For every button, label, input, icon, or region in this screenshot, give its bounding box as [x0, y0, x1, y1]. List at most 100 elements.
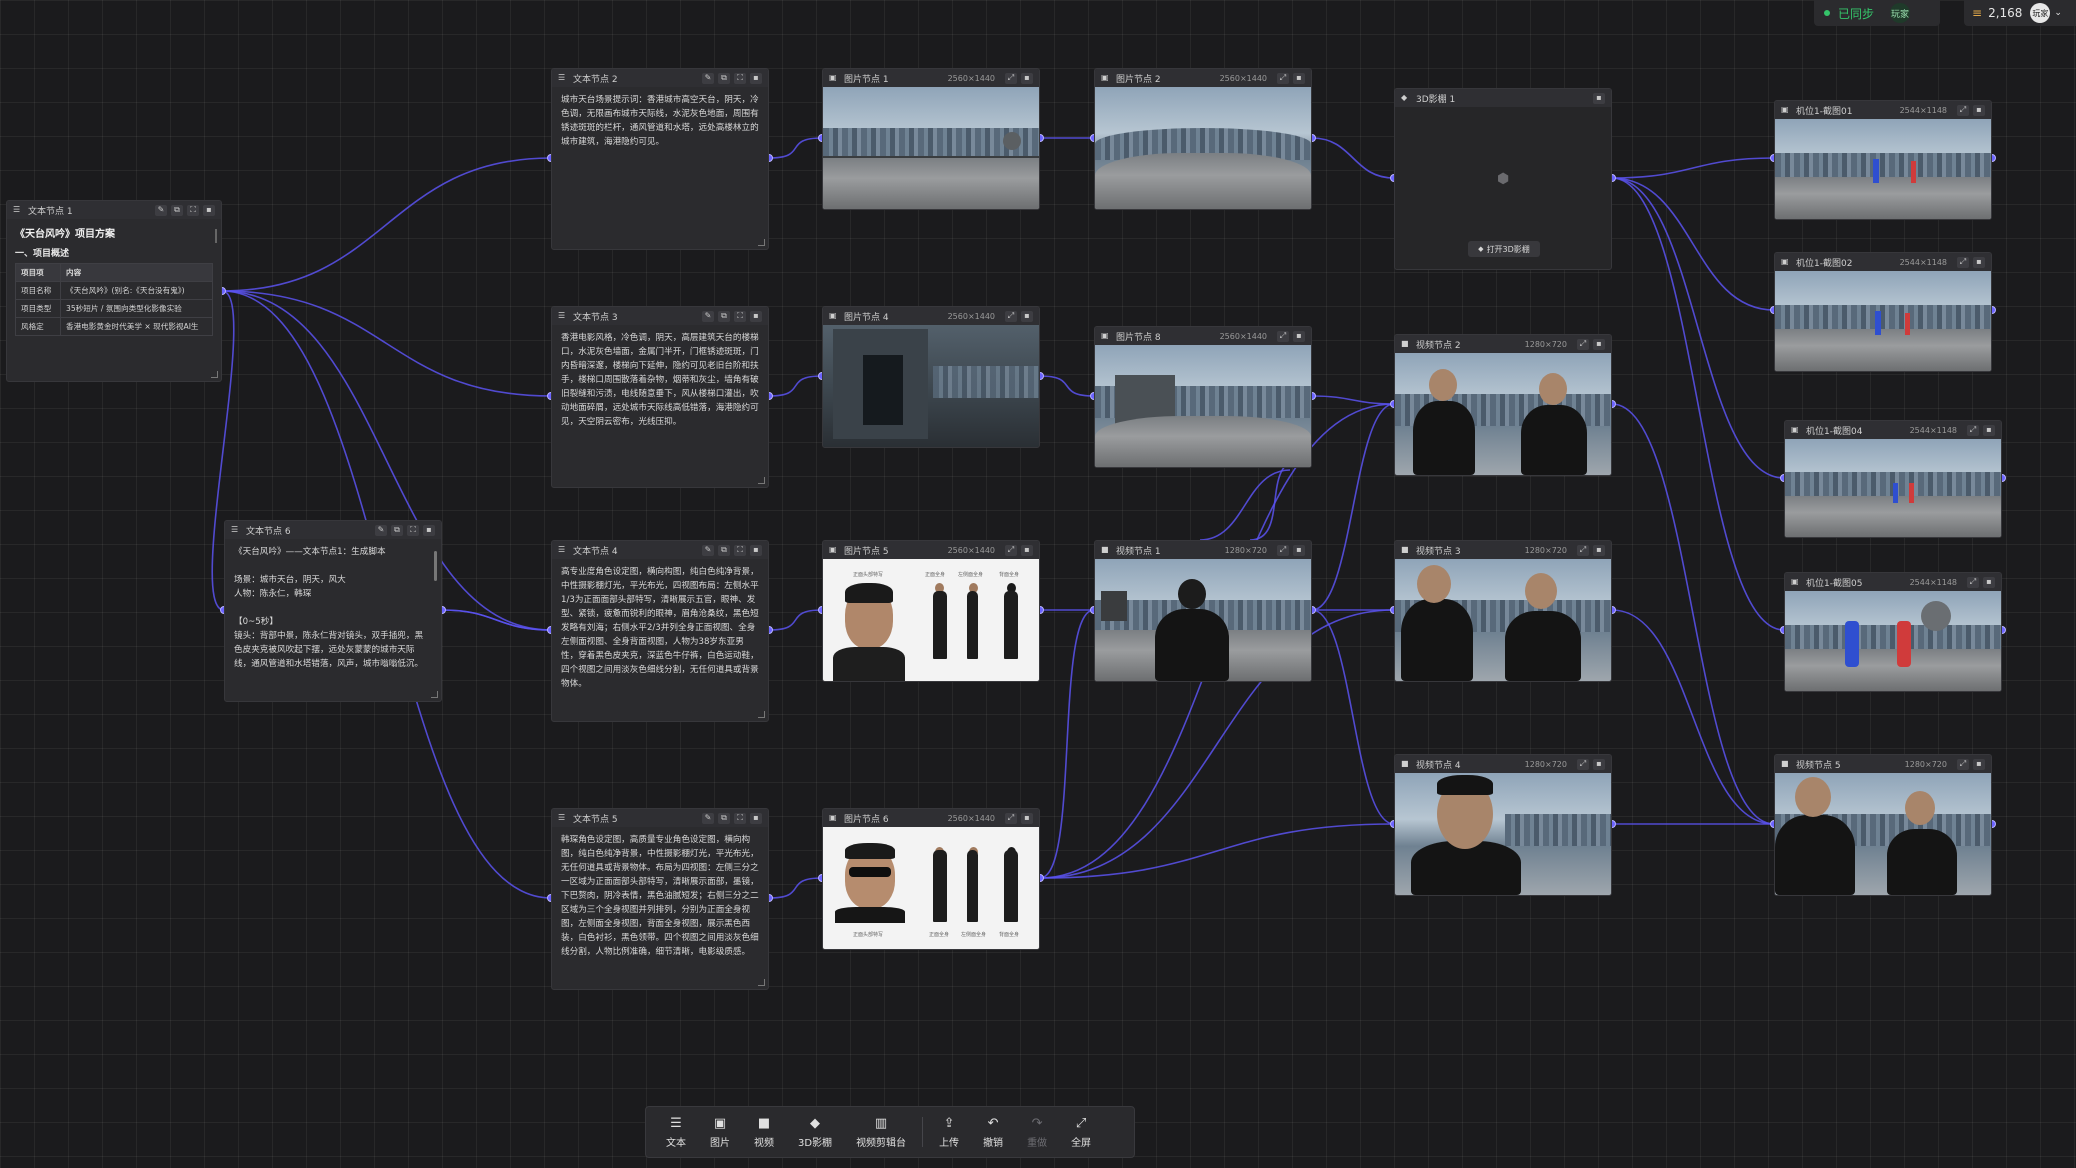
video-node-4[interactable]: ■ 视频节点 4 1280×720 ⤢ ▪ [1394, 754, 1612, 896]
delete-icon[interactable]: ▪ [423, 524, 435, 536]
video-frame[interactable] [1095, 559, 1311, 681]
edit-icon[interactable]: ✎ [702, 310, 714, 322]
connection-edge[interactable] [1611, 609, 1775, 825]
credits-display[interactable]: ≡ 2,168 玩家 ⌄ [1964, 0, 2076, 26]
video-frame[interactable] [1395, 559, 1611, 681]
delete-icon[interactable]: ▪ [1593, 92, 1605, 104]
node-header[interactable]: ☰ 文本节点 1 ✎ ⧉ ⛶ ▪ [7, 201, 221, 219]
node-header[interactable]: ■ 视频节点 4 1280×720 ⤢ ▪ [1395, 755, 1611, 773]
connection-edge[interactable] [768, 609, 823, 631]
copy-icon[interactable]: ⧉ [718, 310, 730, 322]
toolbar-redo-button[interactable]: ↷ 重做 [1027, 1116, 1047, 1149]
studio-3d-node[interactable]: ◆ 3D影棚 1 ▪ ⬢ ◆ 打开3D影棚 [1394, 88, 1612, 270]
toolbar-undo-button[interactable]: ↶ 撤销 [983, 1116, 1003, 1149]
expand-icon[interactable]: ⛶ [734, 544, 746, 556]
node-header[interactable]: ▣ 机位1-截图01 2544×1148 ⤢ ▪ [1775, 101, 1991, 119]
image-node-5[interactable]: ▣ 图片节点 5 2560×1440 ⤢ ▪ 正面头部特写 正面全身 左侧面全身… [822, 540, 1040, 682]
text-node-5[interactable]: ☰ 文本节点 5 ✎ ⧉ ⛶ ▪ 韩琛角色设定图，高质量专业角色设定图，横向构图… [551, 808, 769, 990]
toolbar-3d-studio-button[interactable]: ◆ 3D影棚 [798, 1116, 832, 1149]
expand-icon[interactable]: ⤢ [1577, 758, 1589, 770]
node-header[interactable]: ▣ 图片节点 2 2560×1440 ⤢ ▪ [1095, 69, 1311, 87]
connection-edge[interactable] [221, 290, 552, 397]
edit-icon[interactable]: ✎ [702, 72, 714, 84]
node-header[interactable]: ▣ 图片节点 6 2560×1440 ⤢ ▪ [823, 809, 1039, 827]
image-node-1[interactable]: ▣ 图片节点 1 2560×1440 ⤢ ▪ [822, 68, 1040, 210]
expand-icon[interactable]: ⤢ [1957, 758, 1969, 770]
delete-icon[interactable]: ▪ [750, 72, 762, 84]
node-header[interactable]: ▣ 机位1-截图05 2544×1148 ⤢ ▪ [1785, 573, 2001, 591]
node-header[interactable]: ■ 视频节点 2 1280×720 ⤢ ▪ [1395, 335, 1611, 353]
delete-icon[interactable]: ▪ [750, 310, 762, 322]
copy-icon[interactable]: ⧉ [718, 72, 730, 84]
toolbar-upload-button[interactable]: ⇪ 上传 [939, 1116, 959, 1149]
resize-handle[interactable] [758, 239, 765, 246]
video-frame[interactable] [1395, 773, 1611, 895]
node-header[interactable]: ☰ 文本节点 2 ✎ ⧉ ⛶ ▪ [552, 69, 768, 87]
expand-icon[interactable]: ⤢ [1967, 424, 1979, 436]
image-node-8[interactable]: ▣ 图片节点 8 2560×1440 ⤢ ▪ [1094, 326, 1312, 468]
delete-icon[interactable]: ▪ [1293, 72, 1305, 84]
expand-icon[interactable]: ⤢ [1005, 310, 1017, 322]
node-header[interactable]: ◆ 3D影棚 1 ▪ [1395, 89, 1611, 107]
connection-edge[interactable] [1039, 823, 1395, 879]
delete-icon[interactable]: ▪ [1293, 330, 1305, 342]
connection-edge[interactable] [1039, 609, 1095, 879]
connection-edge[interactable] [1199, 469, 1291, 541]
delete-icon[interactable]: ▪ [1593, 544, 1605, 556]
delete-icon[interactable]: ▪ [1293, 544, 1305, 556]
screenshot-image[interactable] [1775, 119, 1991, 219]
edit-icon[interactable]: ✎ [375, 524, 387, 536]
expand-icon[interactable]: ⤢ [1005, 544, 1017, 556]
delete-icon[interactable]: ▪ [1973, 758, 1985, 770]
screenshot-image[interactable] [1785, 591, 2001, 691]
scrollbar[interactable] [434, 551, 437, 581]
text-node-2[interactable]: ☰ 文本节点 2 ✎ ⧉ ⛶ ▪ 城市天台场景提示词：香港城市高空天台，阴天，冷… [551, 68, 769, 250]
connection-edge[interactable] [441, 609, 552, 631]
avatar[interactable]: 玩家 [2030, 3, 2051, 23]
connection-edge[interactable] [768, 137, 823, 159]
video-frame[interactable] [1775, 773, 1991, 895]
node-header[interactable]: ■ 视频节点 1 1280×720 ⤢ ▪ [1095, 541, 1311, 559]
node-text[interactable]: 韩琛角色设定图，高质量专业角色设定图，横向构图，纯白色纯净背景，中性摄影棚灯光，… [552, 827, 768, 965]
resize-handle[interactable] [758, 979, 765, 986]
delete-icon[interactable]: ▪ [1593, 338, 1605, 350]
resize-handle[interactable] [431, 691, 438, 698]
node-header[interactable]: ▣ 机位1-截图04 2544×1148 ⤢ ▪ [1785, 421, 2001, 439]
expand-icon[interactable]: ⤢ [1957, 256, 1969, 268]
node-text[interactable]: 高专业度角色设定图，横向构图，纯白色纯净背景，中性摄影棚灯光，平光布光，四视图布… [552, 559, 768, 697]
scrollbar[interactable] [215, 229, 217, 243]
expand-icon[interactable]: ⤢ [1277, 544, 1289, 556]
text-node-4[interactable]: ☰ 文本节点 4 ✎ ⧉ ⛶ ▪ 高专业度角色设定图，横向构图，纯白色纯净背景，… [551, 540, 769, 722]
screenshot-image[interactable] [1785, 439, 2001, 537]
character-sheet-image[interactable]: 正面头部特写 正面全身 左侧面全身 背面全身 [823, 559, 1039, 681]
delete-icon[interactable]: ▪ [1983, 424, 1995, 436]
node-header[interactable]: ☰ 文本节点 3 ✎ ⧉ ⛶ ▪ [552, 307, 768, 325]
node-header[interactable]: ■ 视频节点 3 1280×720 ⤢ ▪ [1395, 541, 1611, 559]
edit-icon[interactable]: ✎ [702, 812, 714, 824]
stairwell-image[interactable] [823, 325, 1039, 447]
panorama-image[interactable] [1095, 87, 1311, 209]
delete-icon[interactable]: ▪ [1983, 576, 1995, 588]
text-node-6[interactable]: ☰ 文本节点 6 ✎ ⧉ ⛶ ▪ 《天台风吟》——文本节点1：生成脚本 场景：城… [224, 520, 442, 702]
resize-handle[interactable] [758, 711, 765, 718]
image-node-2[interactable]: ▣ 图片节点 2 2560×1440 ⤢ ▪ [1094, 68, 1312, 210]
expand-icon[interactable]: ⤢ [1967, 576, 1979, 588]
open-3d-studio-button[interactable]: ◆ 打开3D影棚 [1468, 241, 1540, 257]
camera-shot-node-05[interactable]: ▣ 机位1-截图05 2544×1148 ⤢ ▪ [1784, 572, 2002, 692]
copy-icon[interactable]: ⧉ [391, 524, 403, 536]
delete-icon[interactable]: ▪ [1973, 104, 1985, 116]
node-text[interactable]: 香港电影风格，冷色调，阴天，高层建筑天台的楼梯口，水泥灰色墙面，金属门半开，门框… [552, 325, 768, 435]
connection-edge[interactable] [441, 609, 552, 631]
resize-handle[interactable] [758, 477, 765, 484]
connection-edge[interactable] [1311, 137, 1395, 179]
expand-icon[interactable]: ⛶ [734, 812, 746, 824]
expand-icon[interactable]: ⤢ [1957, 104, 1969, 116]
delete-icon[interactable]: ▪ [1973, 256, 1985, 268]
chevron-down-icon[interactable]: ⌄ [2054, 8, 2062, 18]
expand-icon[interactable]: ⛶ [734, 72, 746, 84]
delete-icon[interactable]: ▪ [1021, 310, 1033, 322]
node-header[interactable]: ▣ 图片节点 1 2560×1440 ⤢ ▪ [823, 69, 1039, 87]
expand-icon[interactable]: ⛶ [734, 310, 746, 322]
delete-icon[interactable]: ▪ [1021, 812, 1033, 824]
delete-icon[interactable]: ▪ [1021, 72, 1033, 84]
